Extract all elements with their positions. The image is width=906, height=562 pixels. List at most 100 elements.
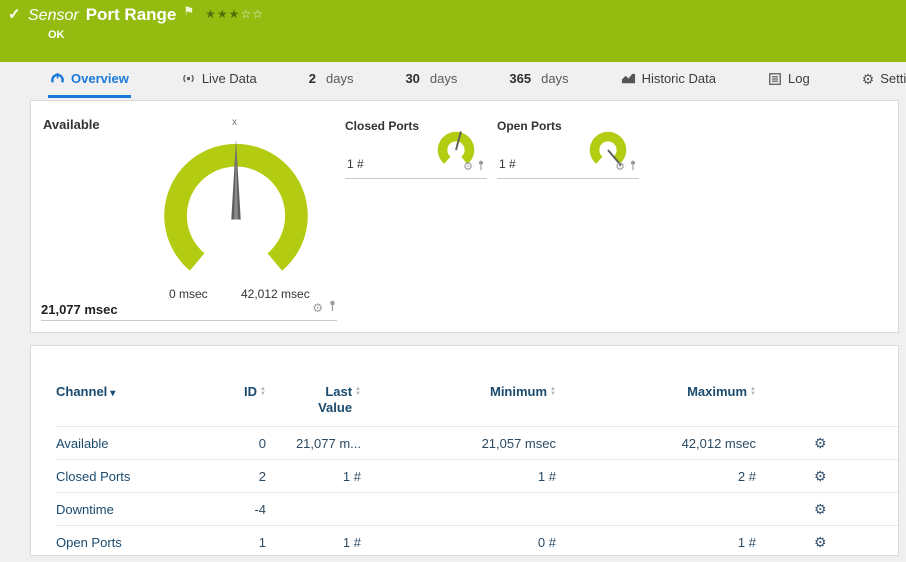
pin-icon[interactable]: [629, 158, 637, 176]
channel-maximum: 42,012 msec: [681, 435, 756, 451]
column-header-last-value[interactable]: Last Value ▲ ▼: [266, 384, 361, 417]
tab-label: Overview: [71, 71, 129, 86]
tab-2-days[interactable]: 2 days: [307, 62, 356, 98]
channel-settings-icon[interactable]: ⚙: [814, 534, 827, 550]
live-data-icon: [183, 74, 194, 83]
gauge-settings-icon[interactable]: ⚙: [615, 161, 625, 173]
gauge-title: Available: [43, 117, 100, 132]
column-header-label: Channel: [56, 384, 108, 399]
tab-label: Live Data: [201, 71, 257, 86]
table-header-row: Channel ▾ ID ▲ ▼ Last Value ▲ ▼ Minimum ▲ ▼ Max…: [56, 378, 898, 426]
sort-arrows-icon[interactable]: ▲ ▼: [550, 386, 556, 397]
sensor-title: Port Range: [85, 5, 177, 24]
gauge-value: 1 #: [347, 157, 364, 171]
gauge-title: Closed Ports: [345, 119, 420, 133]
pin-icon[interactable]: [477, 158, 485, 176]
sort-arrows-icon[interactable]: ▲ ▼: [355, 386, 361, 397]
channel-minimum: 1 #: [537, 468, 556, 484]
gauge-icon: [51, 72, 64, 83]
tab-historic-data[interactable]: Historic Data: [619, 62, 718, 98]
column-header-maximum[interactable]: Maximum ▲ ▼: [556, 384, 756, 399]
gauge-title: Open Ports: [497, 119, 562, 133]
tab-label: Settings: [880, 71, 906, 86]
gauge-footer: 21,077 msec ⚙: [41, 297, 337, 321]
column-header-minimum[interactable]: Minimum ▲ ▼: [361, 384, 556, 399]
sensor-status: OK: [48, 29, 65, 41]
prtg-sensor-page: ✓ Sensor Port Range ⚑ ★★★☆☆ OK Overview …: [0, 0, 906, 562]
sensor-title-row: Sensor Port Range ⚑ ★★★☆☆: [28, 4, 264, 25]
sort-arrows-icon[interactable]: ▲ ▼: [750, 386, 756, 397]
column-header-label: Maximum: [687, 384, 748, 399]
tab-30-days[interactable]: 30 days: [403, 62, 459, 98]
tab-live-data[interactable]: Live Data: [179, 62, 259, 98]
sensor-header: ✓ Sensor Port Range ⚑ ★★★☆☆ OK: [0, 0, 906, 62]
tab-number: 365: [509, 71, 532, 86]
channel-name-link[interactable]: Available: [56, 436, 216, 451]
table-row-downtime: Downtime -4 ⚙: [56, 492, 898, 525]
column-header-id[interactable]: ID ▲ ▼: [216, 384, 266, 399]
gauge-settings-icon[interactable]: ⚙: [463, 161, 473, 173]
available-gauge-block: Available x 0 msec 42,012 msec 21,077 ms…: [41, 115, 341, 321]
channel-settings-icon[interactable]: ⚙: [814, 435, 827, 451]
tab-label: Historic Data: [641, 71, 716, 86]
channel-settings-icon[interactable]: ⚙: [814, 501, 827, 517]
channel-maximum: 2 #: [737, 468, 756, 484]
gear-icon: ⚙: [861, 70, 875, 87]
channels-table-panel: Channel ▾ ID ▲ ▼ Last Value ▲ ▼ Minimum ▲ ▼ Max…: [30, 345, 899, 556]
closed-ports-gauge-block: Closed Ports 1 # ⚙: [345, 119, 487, 179]
sort-arrows-icon[interactable]: ▲ ▼: [260, 386, 266, 397]
channel-maximum: 1 #: [737, 534, 756, 550]
column-header-label: Last Value: [318, 384, 353, 416]
channel-name-link[interactable]: Closed Ports: [56, 469, 216, 484]
tab-overview[interactable]: Overview: [48, 62, 131, 98]
priority-stars[interactable]: ★★★☆☆: [205, 7, 264, 21]
channel-settings-icon[interactable]: ⚙: [814, 468, 827, 484]
channel-last-value: 21,077 m...: [295, 435, 361, 451]
gauge-settings-icon[interactable]: ⚙: [312, 302, 323, 314]
tab-unit: days: [541, 71, 569, 86]
table-row-closed-ports: Closed Ports 2 1 # 1 # 2 # ⚙: [56, 459, 898, 492]
status-check-icon: ✓: [8, 6, 21, 23]
gauge-value: 21,077 msec: [41, 302, 118, 317]
priority-stars-filled: ★★★: [205, 7, 241, 21]
tab-bar: Overview Live Data 2 days 30 days 365 days …: [0, 62, 906, 98]
tab-unit: days: [429, 71, 458, 86]
tab-number: 30: [405, 71, 420, 86]
available-gauge: [164, 140, 308, 288]
tab-label: Log: [787, 71, 810, 86]
channel-last-value: 1 #: [342, 468, 361, 484]
table-row-open-ports: Open Ports 1 1 # 0 # 1 # ⚙: [56, 525, 898, 558]
tab-log[interactable]: Log: [766, 62, 812, 98]
gauge-footer-icons: ⚙: [615, 158, 637, 176]
tab-unit: days: [325, 71, 354, 86]
gauge-footer-icons: ⚙: [463, 158, 485, 176]
channel-name-link[interactable]: Open Ports: [56, 535, 216, 550]
table-row-available: Available 0 21,077 m... 21,057 msec 42,0…: [56, 426, 898, 459]
sort-caret-icon: ▾: [110, 388, 116, 399]
channel-id: 0: [258, 435, 266, 451]
column-header-label: Minimum: [489, 384, 548, 399]
log-icon: [769, 72, 781, 85]
channel-id: -4: [254, 501, 266, 517]
column-header-channel[interactable]: Channel ▾: [56, 384, 216, 399]
pin-icon[interactable]: [328, 299, 337, 317]
gauge-value: 1 #: [499, 157, 516, 171]
channel-last-value: 1 #: [342, 534, 361, 550]
channel-id: 1: [258, 534, 266, 550]
overview-gauges-panel: Available x 0 msec 42,012 msec 21,077 ms…: [30, 100, 899, 333]
column-header-label: ID: [244, 384, 258, 399]
channel-name-link[interactable]: Downtime: [56, 502, 216, 517]
channel-minimum: 0 #: [537, 534, 556, 550]
channels-table: Channel ▾ ID ▲ ▼ Last Value ▲ ▼ Minimum ▲ ▼ Max…: [56, 378, 898, 558]
tab-settings[interactable]: ⚙ Settings: [860, 62, 906, 98]
object-kind-label: Sensor: [28, 7, 79, 24]
tab-365-days[interactable]: 365 days: [507, 62, 570, 98]
flag-icon[interactable]: ⚑: [183, 4, 194, 18]
gauge-footer-icons: ⚙: [312, 299, 337, 317]
channel-minimum: 21,057 msec: [481, 435, 556, 451]
open-ports-gauge-block: Open Ports 1 # ⚙: [497, 119, 639, 179]
chart-icon: [621, 73, 635, 84]
tab-number: 2: [308, 71, 316, 86]
channel-id: 2: [258, 468, 266, 484]
priority-stars-empty: ☆☆: [240, 7, 264, 21]
